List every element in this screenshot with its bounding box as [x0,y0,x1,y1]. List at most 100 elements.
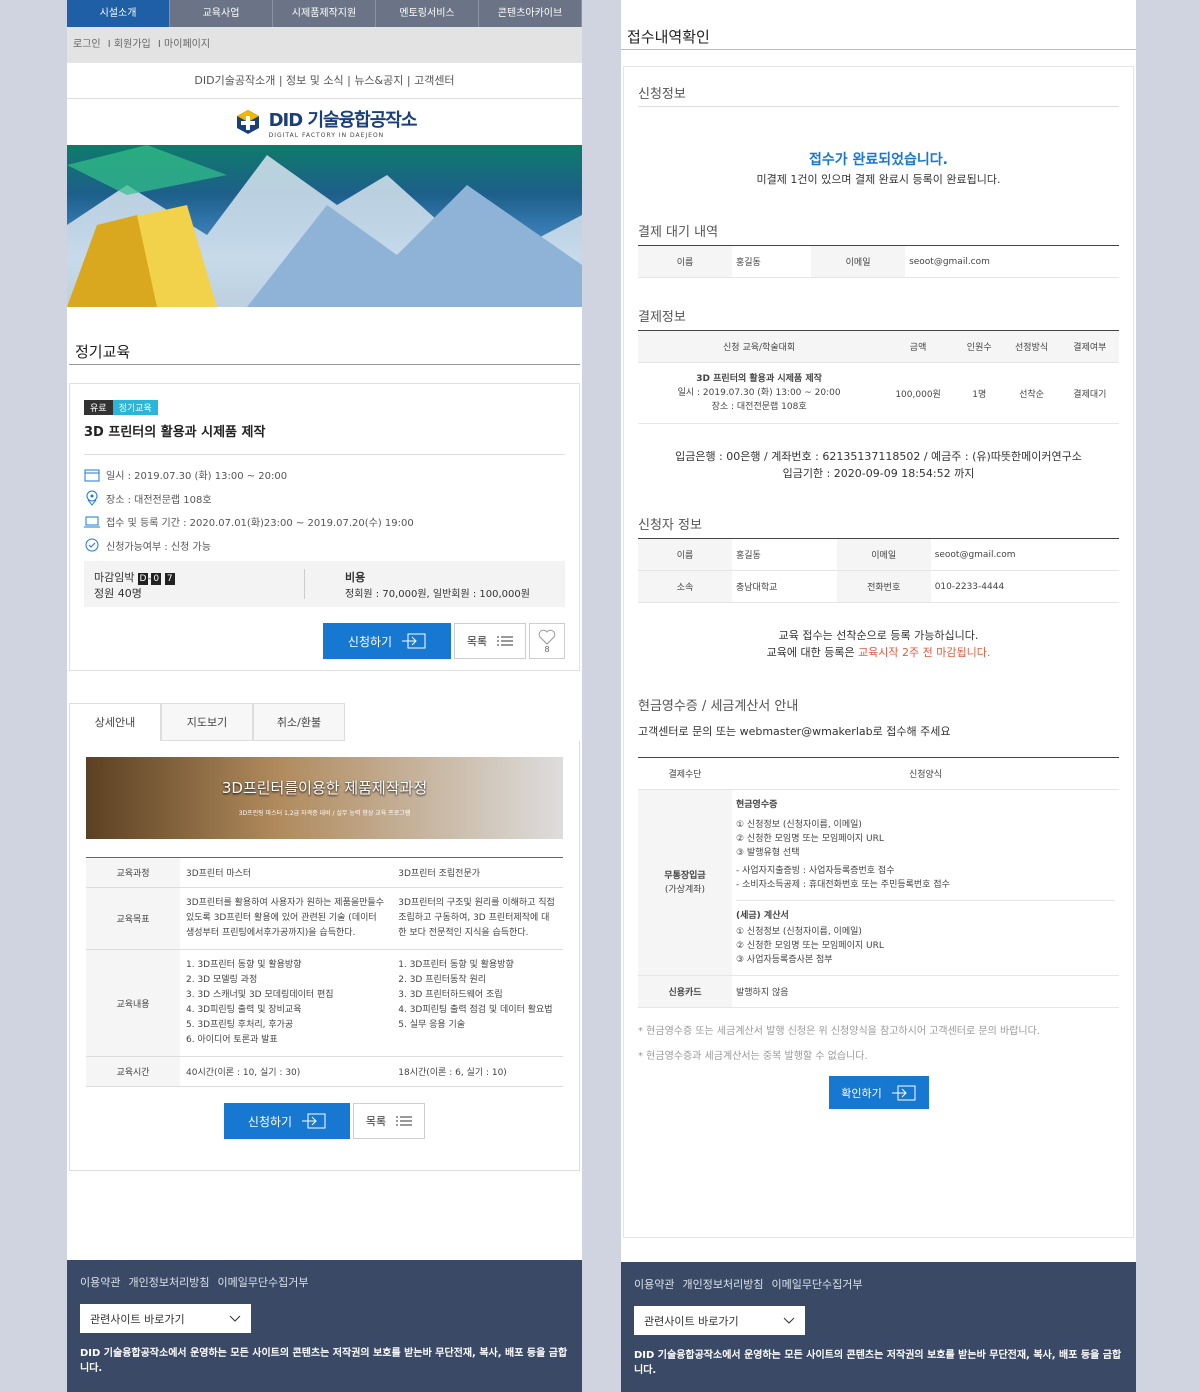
calendar-icon [84,469,100,481]
related-sites-select[interactable]: 관련사이트 바로가기 [80,1304,251,1333]
cell: 소속 [638,570,732,603]
list-item: ③ 사업자등록증사본 첨부 [736,955,833,965]
cell: 선착순 [1002,362,1061,424]
bottom-list-button[interactable]: 목록 [353,1103,425,1139]
nav-prototype[interactable]: 시제품제작지원 [273,0,376,27]
cell: 이메일 [836,538,931,571]
nav-archive[interactable]: 콘텐츠아카이브 [479,0,582,27]
course-banner: 3D프린터를이용한 제품제작과정 3D프린팅 마스터 1,2급 자격증 대비 /… [86,757,563,839]
d-char-2: 0 [151,573,162,585]
cell: 3D프린터를 활용하여 사용자가 원하는 제품을만들수 있도록 3D프린터 활용… [180,887,393,950]
list-item: 4. 3D피린팅 출력 및 장비교육 [186,1005,302,1015]
list-item: 4. 3D피린팅 출력 점검 및 데이터 활요법 [398,1005,553,1015]
cell: 이메일 [811,245,906,278]
tab-refund[interactable]: 취소/환불 [253,703,345,741]
cell: 인원수 [955,330,1003,363]
section-receipt: 현금영수증 / 세금계산서 안내 [638,699,799,714]
table-row: 이름 홍길동 이메일 seoot@gmail.com [638,538,1119,571]
nav-facility[interactable]: 시설소개 [67,0,170,27]
d-char-1: D [137,573,148,585]
list-icon [497,636,514,646]
cell: 홍길동 [732,245,812,278]
cost-value: 정회원 : 70,000원, 일반회원 : 100,000원 [345,589,530,600]
page-title: 접수내역확인 [621,0,1136,50]
course-period: 접수 및 등록 기간 : 2020.07.01(화)23:00 ~ 2019.0… [106,518,414,529]
cell: 신청양식 [732,757,1119,790]
payment-table: 신청 교육/학술대회 금액 인원수 선정방식 결제여부 3D 프린터의 활용과 시제품 … [638,330,1119,424]
list-button[interactable]: 목록 [454,623,526,659]
bank-info: 입금은행 : 00은행 / 계좌번호 : 62135137118502 / 예금… [675,450,1082,463]
tax-title: (세금) 계산서 [736,911,789,921]
sub-nav[interactable]: DID기술공작소개 | 정보 및 소식 | 뉴스&공지 | 고객센터 [67,63,582,99]
footer-terms[interactable]: 이용약관 [634,1278,674,1291]
cell: 전화번호 [836,570,931,603]
copyright: DID 기술융합공작소에서 운영하는 모든 사이트의 콘텐츠는 저작권의 보호를… [634,1350,1122,1376]
curriculum-table: 교육과정 3D프린터 마스터 3D프린터 조립전문가 교육목표 3D프린터를 활용하여… [86,857,563,1087]
nav-education[interactable]: 교육사업 [170,0,273,27]
bottom-list-label: 목록 [365,1115,387,1128]
tab-map[interactable]: 지도보기 [161,703,253,741]
cash-title: 현금영수증 [736,800,778,810]
badge-paid: 유료 [84,400,113,415]
list-item: ② 신청한 모임명 또는 모임페이지 URL [736,941,884,951]
capacity: 정원 40명 [94,587,142,600]
banner-title: 3D프린터를이용한 제품제작과정 [221,779,428,797]
section-payment: 결제정보 [638,310,686,325]
badge-type: 정기교육 [112,400,158,415]
method-bank-sub: (가상계좌) [664,884,706,895]
footer-privacy[interactable]: 개인정보처리방침 [682,1278,763,1291]
footer-email-policy[interactable]: 이메일무단수집거부 [217,1276,308,1289]
hero-image [67,145,582,307]
bank-deadline: 입금기한 : 2020-09-09 18:54:52 까지 [782,467,975,480]
heart-icon [538,629,556,645]
cell: 18시간(이론 : 6, 실기 : 10) [392,1056,563,1087]
cell: seoot@gmail.com [930,538,1119,571]
mypage-link[interactable]: I 마이페이지 [158,39,210,50]
cell: 발행하지 않음 [732,975,1119,1008]
bottom-apply-label: 신청하기 [247,1114,293,1129]
check-circle-icon [85,538,99,552]
logo-mark-icon [233,108,263,136]
cell: 이름 [638,245,732,278]
bottom-apply-button[interactable]: 신청하기 [224,1103,350,1139]
cell: seoot@gmail.com [905,245,1119,278]
signup-link[interactable]: I 회원가입 [108,39,151,50]
apply-label: 신청하기 [347,634,393,649]
confirm-button[interactable]: 확인하기 [828,1076,929,1109]
deadline-label: 마감임박 [94,571,135,584]
footer-email-policy[interactable]: 이메일무단수집거부 [771,1278,862,1291]
row-header: 교육시간 [86,1056,180,1087]
list-item: 3. 3D 스캐너및 3D 모데링데이터 편집 [186,990,334,1000]
row-header: 교육과정 [86,857,180,888]
confirm-label: 확인하기 [841,1086,882,1100]
cell: 금액 [880,330,956,363]
cell: 010-2233-4444 [930,570,1119,603]
cell: 1명 [955,362,1003,424]
like-button[interactable]: 8 [529,623,565,659]
login-link[interactable]: 로그인 [73,39,101,50]
course-place: 장소 : 대전전문랩 108호 [106,494,212,506]
table-row: 교육내용 1. 3D프린터 동향 및 활용방향 2. 3D 모델링 과정 3. 3D… [86,949,563,1057]
tab-detail[interactable]: 상세안내 [69,703,161,741]
chevron-down-icon [783,1317,795,1324]
list-item: 2. 3D 모델링 과정 [186,975,258,985]
cell: 신청 교육/학술대회 [638,330,881,363]
nav-mentoring[interactable]: 멘토링서비스 [376,0,479,27]
footer-terms[interactable]: 이용약관 [80,1276,120,1289]
top-nav: 시설소개 교육사업 시제품제작지원 멘토링서비스 콘텐츠아카이브 [67,0,582,27]
table-row: 신청 교육/학술대회 금액 인원수 선정방식 결제여부 [638,330,1119,363]
table-row: 소속 충남대학교 전화번호 010-2233-4444 [638,570,1119,603]
deadline-box: 마감임박 D-0 7 정원 40명 비용 정회원 : 70,000원, 일반회원… [84,561,565,607]
footer: 이용약관 개인정보처리방침 이메일무단수집거부 관련사이트 바로가기 DID 기술융… [621,1262,1136,1392]
footer-privacy[interactable]: 개인정보처리방침 [128,1276,209,1289]
apply-button[interactable]: 신청하기 [323,623,451,659]
done-message: 접수가 완료되었습니다. [809,152,948,168]
section-applicant: 신청자 정보 [638,518,702,533]
enter-icon [402,633,426,649]
pay-date: 일시 : 2019.07.30 (화) 13:00 ~ 20:00 [677,388,841,398]
cell: 결제여부 [1060,330,1119,363]
cell: 홍길동 [732,538,837,571]
site-logo[interactable]: DID 기술융합공작소 DIGITAL FACTORY IN DAEJEON [67,99,582,145]
course-card: 유료 정기교육 3D 프린터의 활용과 시제품 제작 일시 : 2019.07.3… [69,383,580,671]
related-sites-select[interactable]: 관련사이트 바로가기 [634,1306,805,1335]
